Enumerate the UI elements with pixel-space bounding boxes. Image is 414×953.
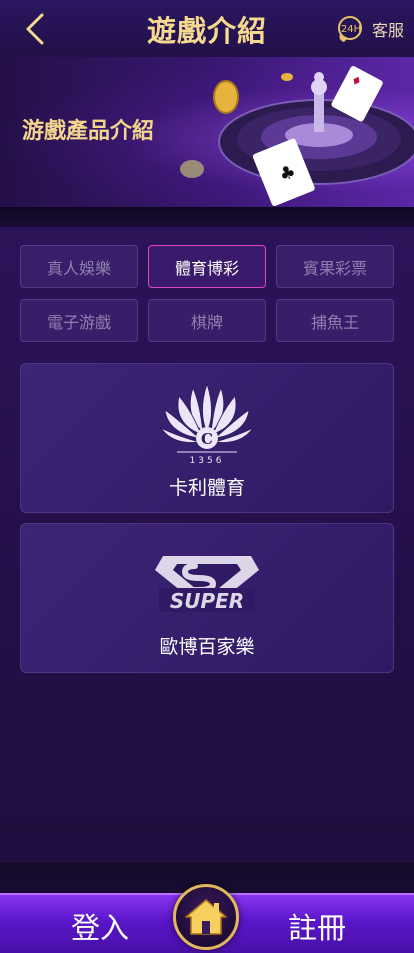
- roulette-illustration-icon: ♦ ♣: [180, 66, 414, 207]
- super-logo-icon: SUPER: [155, 556, 259, 613]
- tab-live-casino[interactable]: 真人娛樂: [20, 245, 138, 288]
- home-icon: [185, 899, 227, 935]
- tab-sports-betting[interactable]: 體育博彩: [148, 245, 266, 288]
- login-button[interactable]: 登入: [71, 905, 129, 947]
- headset-24h-icon: 24H: [337, 16, 362, 42]
- banner-title: 游戲產品介紹: [22, 119, 155, 144]
- cali-peacock-logo-icon: C 1356: [159, 382, 255, 466]
- customer-service-button[interactable]: 24H 客服: [336, 14, 404, 44]
- tab-electronic-games[interactable]: 電子游戲: [20, 299, 138, 342]
- game-card-obo-baccarat[interactable]: SUPER 歐博百家樂: [20, 523, 394, 673]
- cali-logo-number: 1356: [190, 456, 225, 466]
- register-button[interactable]: 註冊: [288, 905, 346, 947]
- back-button[interactable]: [22, 12, 52, 46]
- game-card-cali-sports[interactable]: C 1356 卡利體育: [20, 363, 394, 513]
- cali-logo-letter: C: [201, 430, 213, 448]
- tab-bingo-lottery[interactable]: 賓果彩票: [276, 245, 394, 288]
- chevron-left-icon: [26, 13, 44, 45]
- header-bar: 遊戲介紹 24H 客服: [0, 0, 414, 57]
- card-label: 卡利體育: [168, 477, 245, 499]
- customer-service-label: 客服: [371, 21, 404, 40]
- page-title: 遊戲介紹: [146, 13, 267, 48]
- tab-fishing-king[interactable]: 捕魚王: [276, 299, 394, 342]
- tab-chess-cards[interactable]: 棋牌: [148, 299, 266, 342]
- service-badge-text: 24H: [341, 24, 361, 35]
- decorative-divider: [0, 207, 414, 227]
- home-button[interactable]: [173, 884, 239, 950]
- card-label: 歐博百家樂: [159, 636, 255, 658]
- promo-banner: 游戲產品介紹 ♦ ♣: [0, 57, 414, 207]
- super-logo-text: SUPER: [170, 589, 244, 613]
- category-tabs: 真人娛樂 體育博彩 賓果彩票 電子游戲 棋牌 捕魚王: [20, 245, 394, 342]
- main-content: 真人娛樂 體育博彩 賓果彩票 電子游戲 棋牌 捕魚王 C 1356 卡利體育 S…: [0, 227, 414, 863]
